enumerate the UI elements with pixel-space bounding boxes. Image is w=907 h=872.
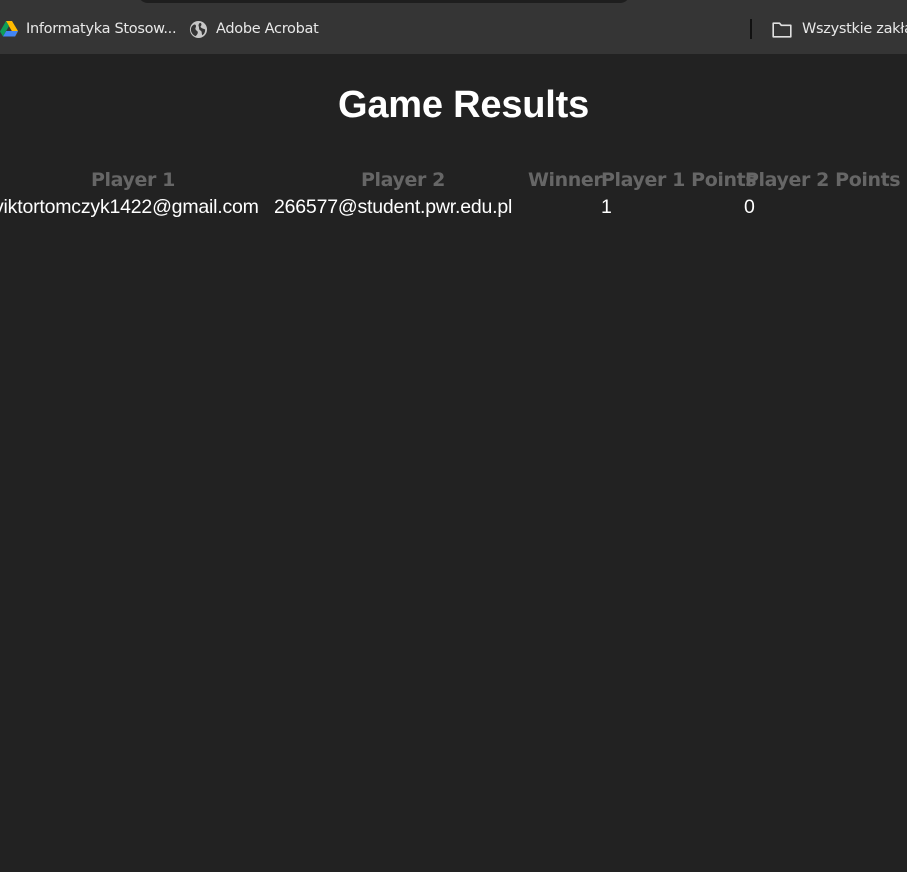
bookmark-adobe-acrobat[interactable]: Adobe Acrobat: [189, 18, 319, 40]
active-tab-edge[interactable]: [138, 0, 630, 3]
column-header-winner: Winner: [528, 169, 603, 191]
cell-player2-points: 0: [744, 196, 755, 218]
column-header-player2-points: Player 2 Points: [745, 169, 901, 191]
column-header-player1-points: Player 1 Points: [601, 169, 757, 191]
bookmark-label: Informatyka Stosow...: [26, 21, 177, 37]
all-bookmarks-label: Wszystkie zakład: [802, 21, 907, 37]
bookmarks-bar: Informatyka Stosow... Adobe Acrobat Wszy…: [0, 0, 907, 54]
all-bookmarks-button[interactable]: Wszystkie zakład: [772, 18, 907, 40]
bookmark-label: Adobe Acrobat: [216, 21, 319, 37]
column-header-player2: Player 2: [361, 169, 445, 191]
globe-icon: [189, 20, 208, 39]
folder-icon: [772, 21, 792, 38]
page-title: Game Results: [337, 84, 590, 126]
bookmark-informatyka[interactable]: Informatyka Stosow...: [0, 18, 177, 40]
column-header-player1: Player 1: [91, 169, 175, 191]
cell-player2: 266577@student.pwr.edu.pl: [274, 196, 513, 218]
bookmarks-separator: [750, 19, 752, 39]
google-drive-icon: [0, 21, 18, 37]
cell-player1: viktortomczyk1422@gmail.com: [0, 196, 259, 218]
cell-player1-points: 1: [601, 196, 612, 218]
